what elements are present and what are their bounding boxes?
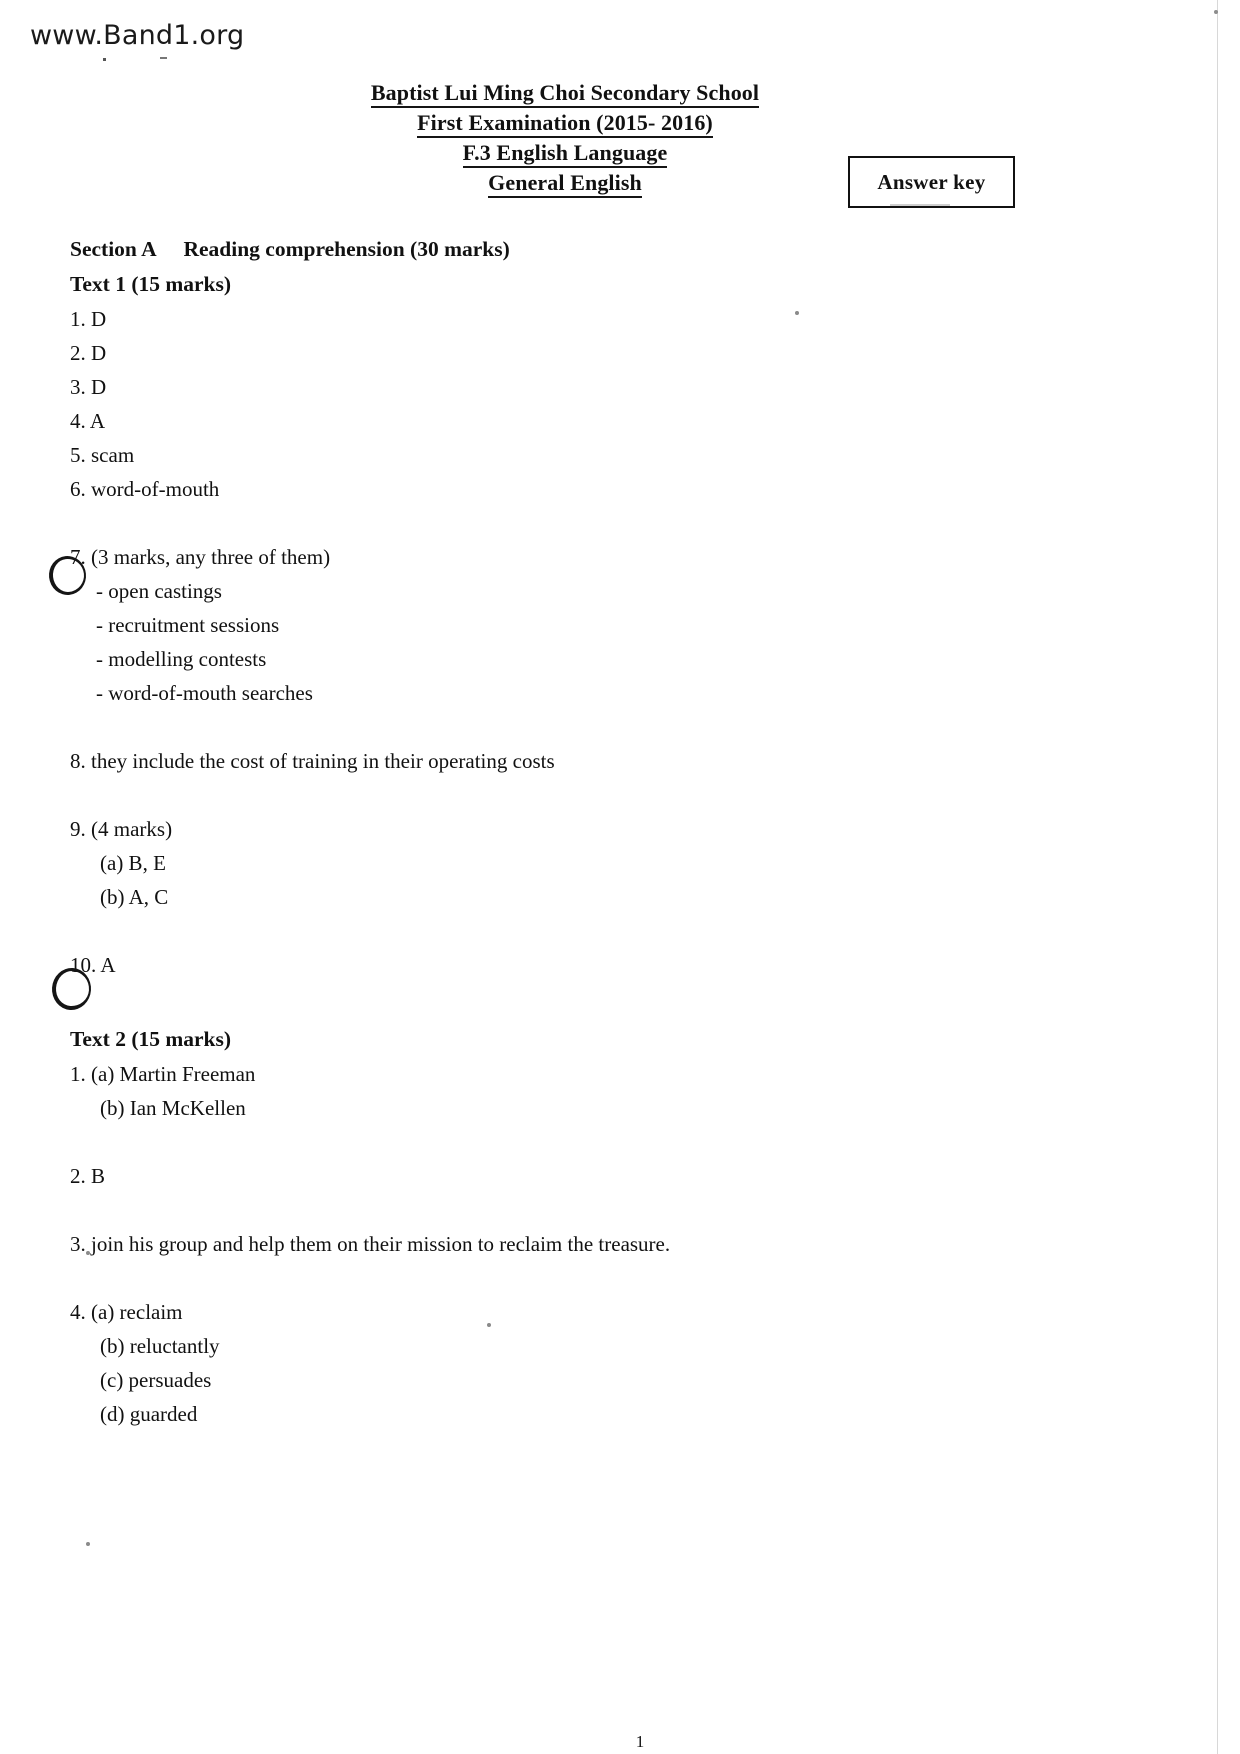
scan-speck [86, 1542, 90, 1546]
scan-speck [86, 1251, 90, 1255]
answer-key-label: Answer key [877, 169, 986, 194]
answer-item-t1-q7-option-4: - word-of-mouth searches [96, 681, 313, 705]
answer-key-badge: Answer key [848, 156, 1015, 208]
answer-item-t1-q7-option-3: - modelling contests [96, 647, 267, 671]
answer-item-t1-q7-option-2: - recruitment sessions [96, 613, 280, 637]
section-a-heading: Section A Reading comprehension (30 mark… [70, 237, 510, 261]
answer-item-t2-q4-part-b: (b) reluctantly [100, 1334, 220, 1358]
answer-item-t1-q8: 8. they include the cost of training in … [70, 749, 555, 773]
answer-item-t1-q5: 5. scam [70, 443, 135, 467]
scan-speck [487, 1323, 491, 1327]
answer-item-t1-q9-part-a: (a) B, E [100, 851, 166, 875]
answer-item-t1-q1: 1. D [70, 307, 107, 331]
exam-name-line: First Examination (2015- 2016) [240, 108, 890, 138]
answer-item-t1-q4: 4. A [70, 409, 106, 433]
answer-item-t1-q2: 2. D [70, 341, 107, 365]
scan-speck [795, 311, 799, 315]
text-2-heading: Text 2 (15 marks) [70, 1027, 232, 1051]
paper-line: General English [240, 168, 890, 198]
level-name: F.3 English Language [462, 140, 668, 168]
scan-speck-watermark-b [160, 57, 167, 59]
answer-item-t2-q4-stem: 4. (a) reclaim [70, 1300, 183, 1324]
paper-name: General English [488, 170, 642, 198]
scan-speck-top-right [1214, 10, 1218, 14]
school-name-line: Baptist Lui Ming Choi Secondary School [240, 78, 890, 108]
answer-item-t1-q9-part-b: (b) A, C [100, 885, 169, 909]
answer-key-content: Section A Reading comprehension (30 mark… [70, 232, 1080, 1751]
answer-item-t1-q6: 6. word-of-mouth [70, 477, 220, 501]
answer-item-t1-q3: 3. D [70, 375, 107, 399]
answer-item-t2-q3: 3. join his group and help them on their… [70, 1232, 671, 1256]
site-watermark: www.Band1.org [30, 20, 245, 51]
answer-item-t1-q7-option-1: - open castings [96, 579, 222, 603]
answer-item-t2-q2: 2. B [70, 1164, 106, 1188]
text-1-heading: Text 1 (15 marks) [70, 272, 232, 296]
scan-edge-line [1217, 0, 1218, 1754]
answer-item-t1-q7-stem: 7. (3 marks, any three of them) [70, 545, 331, 569]
scan-speck-watermark-a [103, 58, 106, 61]
answer-item-t1-q10: 10. A [70, 953, 116, 977]
level-line: F.3 English Language [240, 138, 890, 168]
answer-item-t2-q4-part-c: (c) persuades [100, 1368, 212, 1392]
page-number: 1 [635, 1732, 645, 1751]
answer-item-t1-q9-stem: 9. (4 marks) [70, 817, 173, 841]
document-title-block: Baptist Lui Ming Choi Secondary School F… [240, 78, 890, 198]
answer-key-document-page: www.Band1.org Baptist Lui Ming Choi Seco… [0, 0, 1240, 1754]
school-name: Baptist Lui Ming Choi Secondary School [370, 80, 760, 108]
answer-item-t2-q4-part-d: (d) guarded [100, 1402, 198, 1426]
answer-item-t2-q1-part-b: (b) Ian McKellen [100, 1096, 246, 1120]
scan-smudge-under-badge [890, 204, 950, 206]
answer-item-t2-q1-stem: 1. (a) Martin Freeman [70, 1062, 256, 1086]
exam-name: First Examination (2015- 2016) [417, 110, 713, 138]
